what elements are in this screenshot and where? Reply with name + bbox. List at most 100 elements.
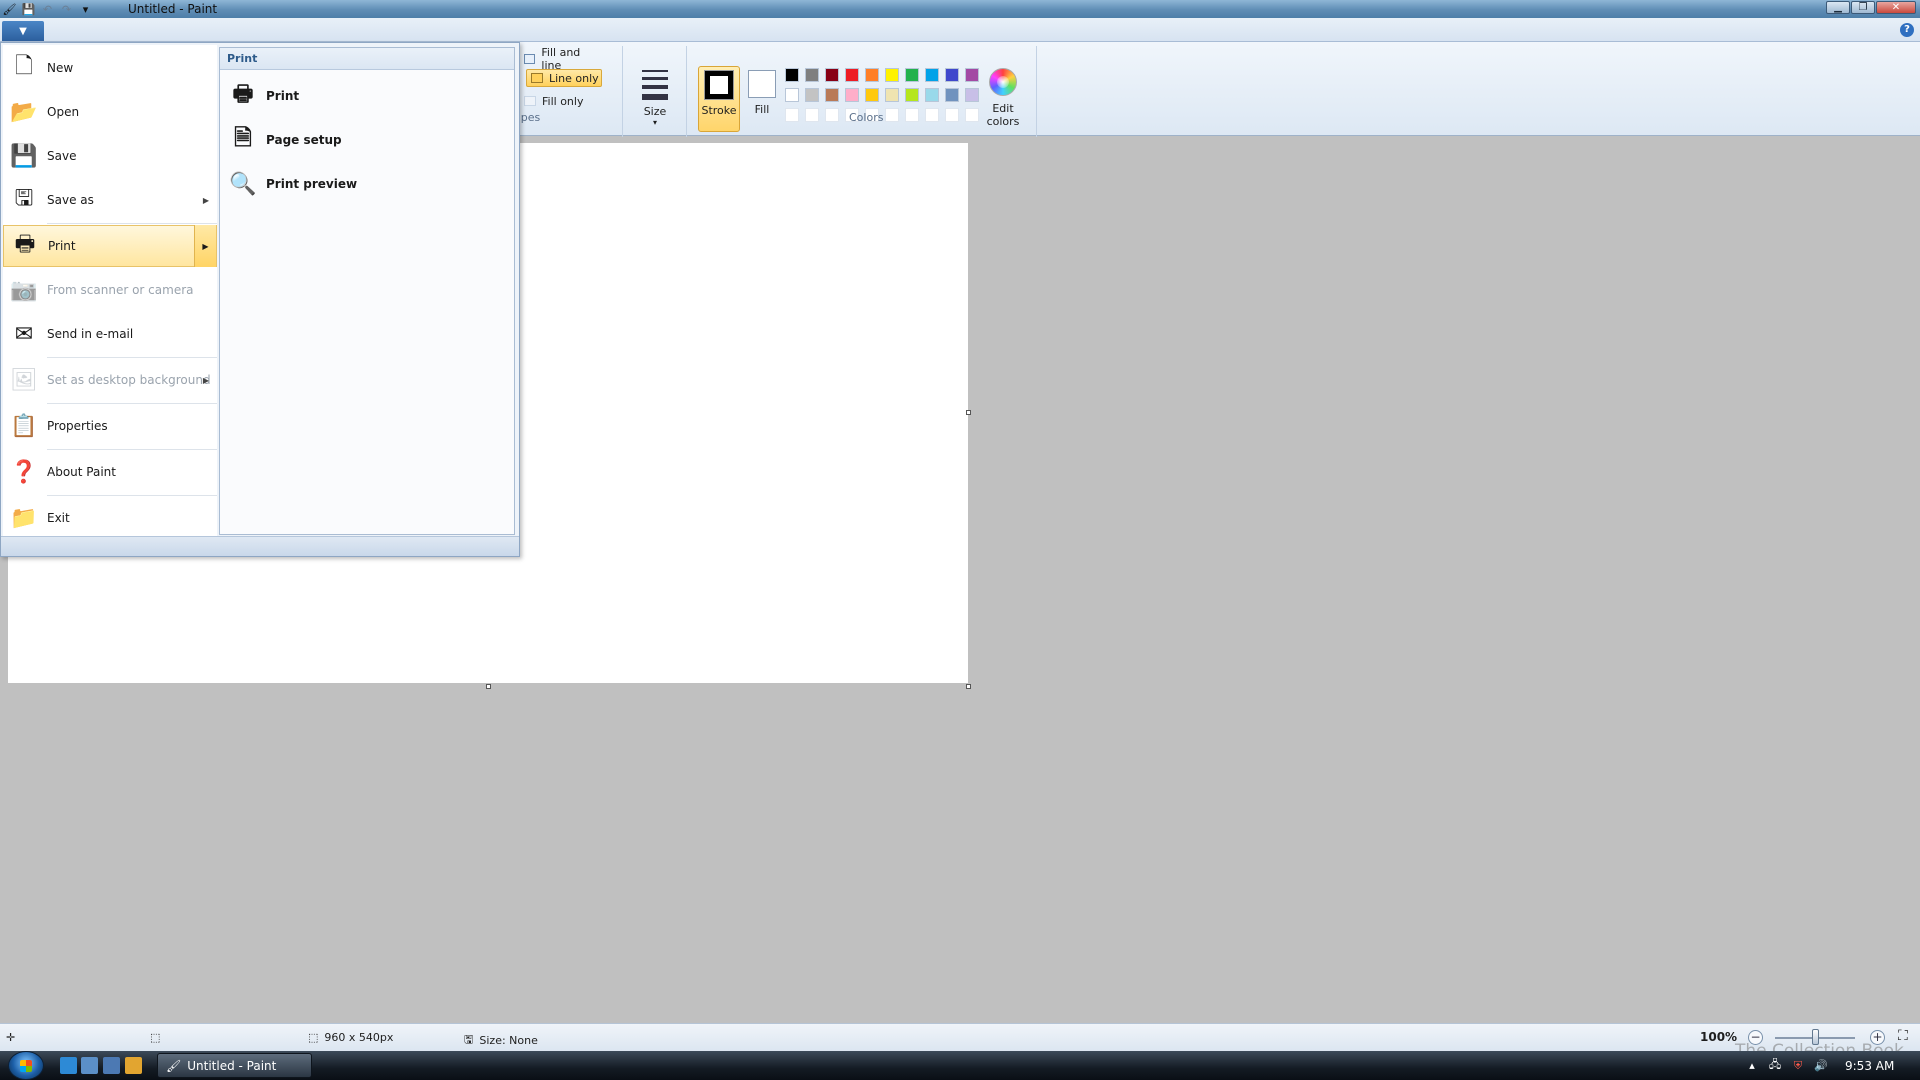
custom-color-slot[interactable] <box>945 108 959 122</box>
printer-icon: 🖶 <box>232 82 254 107</box>
custom-color-slot[interactable] <box>805 108 819 122</box>
save-disk-icon: 💾 <box>10 143 38 169</box>
color-swatch[interactable] <box>805 68 819 82</box>
resize-handle-corner[interactable] <box>966 684 971 689</box>
menu-item-from-scanner: 📷 From scanner or camera <box>3 269 217 311</box>
fill-only-icon <box>524 96 536 106</box>
line-only-icon <box>531 73 543 83</box>
custom-color-slot[interactable] <box>785 108 799 122</box>
color-swatch[interactable] <box>885 88 899 102</box>
custom-color-slot[interactable] <box>925 108 939 122</box>
menu-divider <box>47 403 217 404</box>
color-swatch[interactable] <box>865 88 879 102</box>
color-swatch[interactable] <box>945 88 959 102</box>
app-menu-button[interactable]: ▼ <box>2 21 44 41</box>
app-menu-footer <box>1 536 519 556</box>
menu-item-properties[interactable]: 📋 Properties <box>3 405 217 447</box>
menu-item-about-paint[interactable]: ❓ About Paint <box>3 451 217 493</box>
minimize-button[interactable]: ▁ <box>1826 1 1850 14</box>
submenu-arrow-icon: ▶ <box>202 375 209 385</box>
resize-handle-bottom[interactable] <box>486 684 491 689</box>
clock[interactable]: 9:53 AM <box>1845 1059 1894 1073</box>
menu-item-send-email[interactable]: ✉ Send in e-mail <box>3 313 217 355</box>
menu-divider <box>47 449 217 450</box>
color-swatch[interactable] <box>785 88 799 102</box>
menu-item-open[interactable]: 📂 Open <box>3 91 217 133</box>
save-icon[interactable]: 💾 <box>21 2 36 17</box>
chevron-down-icon: ▼ <box>19 25 27 37</box>
printer-icon: 🖶 <box>14 232 36 257</box>
menu-item-exit[interactable]: 📁 Exit <box>3 497 217 539</box>
start-button[interactable] <box>8 1051 44 1080</box>
custom-color-slot[interactable] <box>905 108 919 122</box>
color-swatch[interactable] <box>905 88 919 102</box>
color-swatch[interactable] <box>845 68 859 82</box>
color-swatch[interactable] <box>905 68 919 82</box>
fill-color-swatch <box>748 70 776 98</box>
volume-icon[interactable]: 🔊 <box>1814 1059 1828 1073</box>
fill-color-button[interactable]: Fill <box>744 66 780 132</box>
switch-windows-icon[interactable] <box>103 1057 120 1074</box>
canvas-size: 960 x 540px <box>324 1031 394 1044</box>
security-alert-icon[interactable]: ⛨ <box>1791 1059 1805 1073</box>
submenu-item-page-setup[interactable]: 🗎 Page setup <box>224 120 510 160</box>
show-desktop-icon[interactable] <box>81 1057 98 1074</box>
menu-item-print[interactable]: 🖶 Print ▶ <box>3 225 217 267</box>
edit-colors-button[interactable]: Edit colors <box>980 68 1026 128</box>
taskbar-item-paint[interactable]: 🖌 Untitled - Paint <box>157 1053 312 1078</box>
help-icon: ❓ <box>10 459 38 485</box>
submenu-item-print[interactable]: 🖶 Print <box>224 76 510 116</box>
colors-group-label: Colors <box>849 111 884 124</box>
page-setup-icon: 🗎 <box>234 126 252 151</box>
submenu-item-print-preview[interactable]: 🔍 Print preview <box>224 164 510 204</box>
new-page-icon: 🗋 <box>15 54 33 79</box>
menu-item-save[interactable]: 💾 Save <box>3 135 217 177</box>
close-button[interactable]: ✕ <box>1876 1 1916 14</box>
fill-only-option[interactable]: Fill only <box>524 92 600 110</box>
color-swatch[interactable] <box>825 68 839 82</box>
color-swatch[interactable] <box>925 88 939 102</box>
internet-explorer-icon[interactable] <box>60 1057 77 1074</box>
color-swatch[interactable] <box>945 68 959 82</box>
color-swatch[interactable] <box>865 68 879 82</box>
color-swatch[interactable] <box>925 68 939 82</box>
menu-item-new[interactable]: 🗋 New <box>3 47 217 89</box>
custom-color-slot[interactable] <box>885 108 899 122</box>
ribbon-separator <box>622 46 623 142</box>
menu-divider <box>47 223 217 224</box>
color-swatch[interactable] <box>825 88 839 102</box>
color-swatch[interactable] <box>805 88 819 102</box>
color-swatch[interactable] <box>965 68 979 82</box>
size-button[interactable]: Size ▾ <box>637 48 673 128</box>
custom-color-slot[interactable] <box>965 108 979 122</box>
line-only-option[interactable]: Line only <box>526 69 602 87</box>
undo-icon[interactable]: ↶ <box>40 2 55 17</box>
redo-icon[interactable]: ↷ <box>59 2 74 17</box>
quick-access-toolbar: 🖌 💾 ↶ ↷ ▾ <box>2 1 93 17</box>
desktop-background-icon: 🖼 <box>10 367 38 393</box>
network-icon[interactable]: 🖧 <box>1768 1058 1782 1073</box>
paint-app-icon: 🖌 <box>166 1058 182 1073</box>
help-icon[interactable]: ? <box>1900 23 1914 37</box>
stroke-color-swatch <box>704 70 734 100</box>
paint-app-icon[interactable]: 🖌 <box>2 2 17 17</box>
scanner-icon: 📷 <box>10 277 38 303</box>
menu-item-set-desktop-background: 🖼 Set as desktop background ▶ <box>3 359 217 401</box>
menu-item-save-as[interactable]: 🖫 Save as ▶ <box>3 179 217 221</box>
stroke-color-button[interactable]: Stroke <box>698 66 740 132</box>
app-menu-list: 🗋 New 📂 Open 💾 Save 🖫 Save as ▶ 🖶 Print ▶ 📷 From… <box>3 45 217 537</box>
show-hidden-icons-icon[interactable]: ▴ <box>1745 1059 1759 1073</box>
customize-toolbar-icon[interactable]: ▾ <box>78 2 93 17</box>
resize-handle-right[interactable] <box>966 410 971 415</box>
custom-color-slot[interactable] <box>825 108 839 122</box>
color-swatch[interactable] <box>885 68 899 82</box>
color-swatch[interactable] <box>965 88 979 102</box>
maximize-button[interactable]: ❐ <box>1851 1 1875 14</box>
fill-and-line-option[interactable]: Fill and line <box>524 46 600 72</box>
submenu-header: Print <box>220 48 514 70</box>
media-player-icon[interactable] <box>125 1057 142 1074</box>
color-swatch[interactable] <box>845 88 859 102</box>
title-bar: 🖌 💾 ↶ ↷ ▾ Untitled - Paint ▁ ❐ ✕ <box>0 0 1920 18</box>
color-swatch[interactable] <box>785 68 799 82</box>
submenu-arrow-icon[interactable]: ▶ <box>194 225 216 267</box>
